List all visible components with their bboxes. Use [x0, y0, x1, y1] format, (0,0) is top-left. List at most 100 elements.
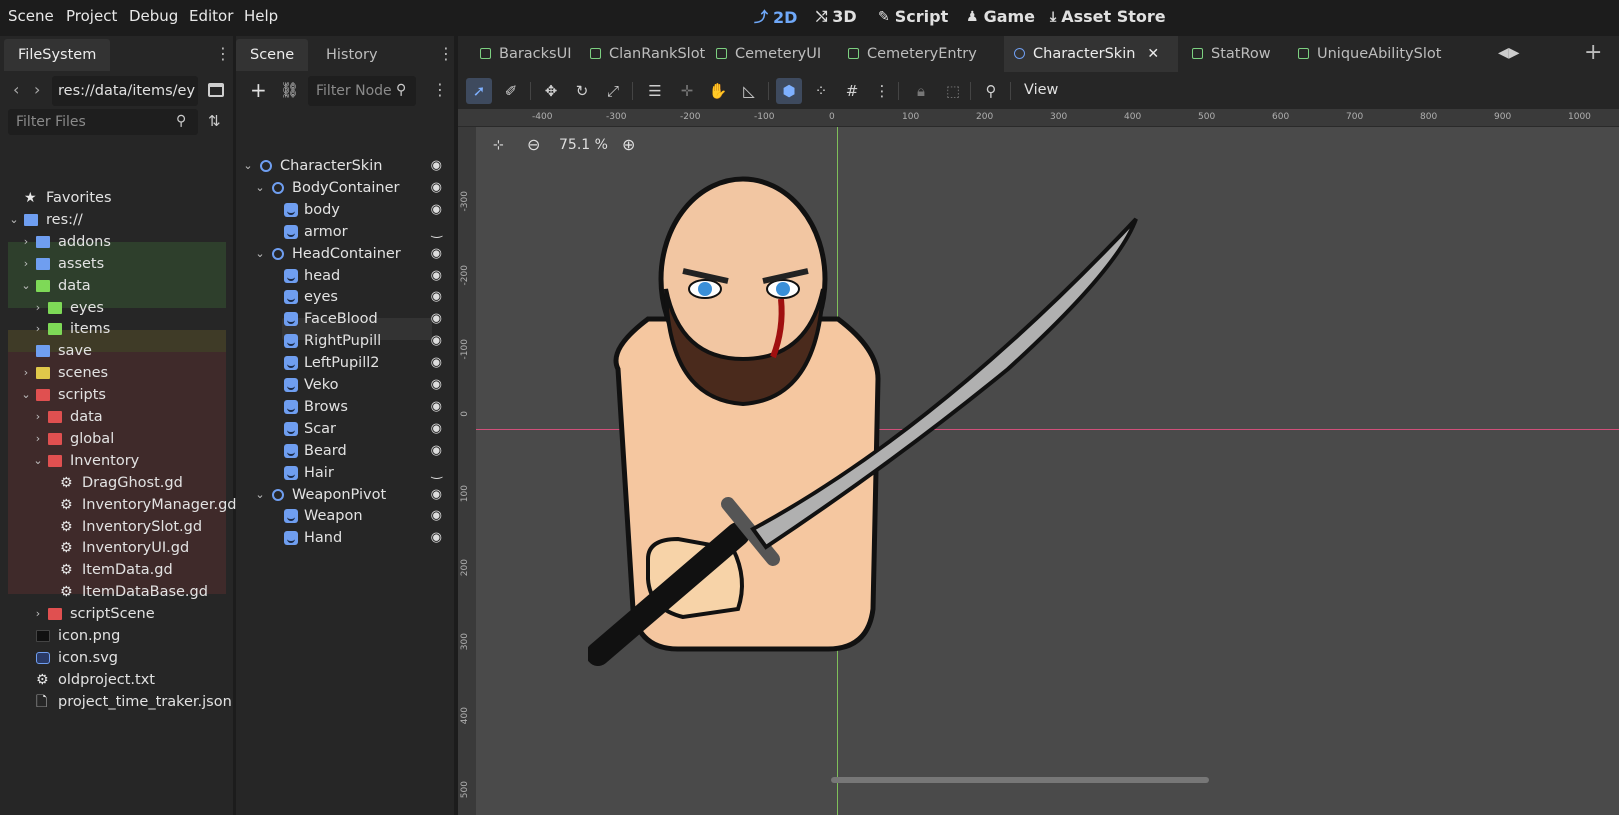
- workspace-2d-button[interactable]: ⤴ 2D: [754, 7, 797, 27]
- scene-node-row[interactable]: Scar ◉: [236, 418, 454, 440]
- sort-icon[interactable]: ⇅: [208, 112, 221, 130]
- menu-project[interactable]: Project: [66, 7, 117, 25]
- file-tree-item[interactable]: › addons: [0, 231, 232, 253]
- scene-node-row[interactable]: ⌄ CharacterSkin ◉: [236, 155, 454, 177]
- eye-icon[interactable]: ◉: [431, 286, 442, 308]
- kebab-menu-icon[interactable]: ⋮: [432, 82, 448, 98]
- chevron-right-icon[interactable]: ›: [32, 603, 44, 625]
- file-tree-item[interactable]: ⚙ InventoryUI.gd: [0, 537, 232, 559]
- file-tree-item[interactable]: ★ Favorites: [0, 187, 232, 209]
- file-tree-item[interactable]: ⌄ res://: [0, 209, 232, 231]
- list-select-icon[interactable]: ☰: [642, 78, 668, 104]
- select-tool-icon[interactable]: ➚: [466, 78, 492, 104]
- lock-icon[interactable]: 🔒︎: [908, 78, 934, 104]
- rotate-tool-icon[interactable]: ↻: [569, 78, 595, 104]
- group-icon[interactable]: ⬚: [940, 78, 966, 104]
- chevron-down-icon[interactable]: ⌄: [20, 384, 32, 406]
- kebab-menu-icon[interactable]: ⋮: [215, 46, 231, 62]
- canvas-viewport[interactable]: -400 -300 -200 -100 0 100 200 300 400 500 600 700 80…: [458, 109, 1619, 815]
- eye-icon[interactable]: ◉: [431, 308, 442, 330]
- scene-node-row[interactable]: FaceBlood ◉: [236, 308, 454, 330]
- tab-history[interactable]: History: [312, 39, 392, 71]
- scene-node-row[interactable]: Beard ◉: [236, 440, 454, 462]
- file-tree-item[interactable]: › data: [0, 406, 232, 428]
- scene-tab[interactable]: StatRow: [1182, 36, 1284, 72]
- link-icon[interactable]: ⛓: [280, 81, 299, 99]
- scene-node-row[interactable]: Hair ‿: [236, 462, 454, 484]
- bone-icon[interactable]: ⚲: [978, 78, 1004, 104]
- file-tree-item[interactable]: › assets: [0, 253, 232, 275]
- scene-node-row[interactable]: armor ‿: [236, 221, 454, 243]
- file-tree-item[interactable]: ⌄ scripts: [0, 384, 232, 406]
- scene-node-row[interactable]: head ◉: [236, 265, 454, 287]
- scene-tab[interactable]: ClanRankSlot: [580, 36, 705, 72]
- path-field[interactable]: res://data/items/ey: [52, 76, 198, 106]
- forward-arrow-icon[interactable]: ›: [34, 80, 40, 99]
- workspace-asset-store-button[interactable]: ⤓ Asset Store: [1050, 7, 1166, 26]
- eye-icon[interactable]: ◉: [431, 330, 442, 352]
- close-icon[interactable]: ✕: [1147, 46, 1159, 62]
- chevron-down-icon[interactable]: ⌄: [32, 450, 44, 472]
- paint-tool-icon[interactable]: ✐: [498, 78, 524, 104]
- chevron-down-icon[interactable]: ⌄: [242, 155, 254, 177]
- view-menu-button[interactable]: View: [1024, 82, 1058, 98]
- chevron-right-icon[interactable]: ›: [32, 318, 44, 340]
- eye-icon[interactable]: ◉: [431, 505, 442, 527]
- file-tree-item[interactable]: icon.png: [0, 625, 232, 647]
- file-tree-item[interactable]: ⚙ oldproject.txt: [0, 669, 232, 691]
- chevron-down-icon[interactable]: ⌄: [254, 177, 266, 199]
- file-tree-item[interactable]: › global: [0, 428, 232, 450]
- scene-node-row[interactable]: Veko ◉: [236, 374, 454, 396]
- split-view-icon[interactable]: [208, 83, 224, 97]
- file-tree-item[interactable]: ⚙ InventorySlot.gd: [0, 516, 232, 538]
- grid-snap-icon[interactable]: #: [839, 78, 865, 104]
- file-tree-item[interactable]: › eyes: [0, 297, 232, 319]
- chevron-right-icon[interactable]: ›: [32, 428, 44, 450]
- scene-tab[interactable]: UniqueAbilitySlot: [1288, 36, 1441, 72]
- file-tree-item[interactable]: ⚙ ItemData.gd: [0, 559, 232, 581]
- horizontal-scrollbar[interactable]: [831, 777, 1209, 783]
- zoom-in-icon[interactable]: ⊕: [622, 135, 635, 154]
- zoom-out-icon[interactable]: ⊖: [527, 135, 540, 154]
- eye-closed-icon[interactable]: ‿: [432, 462, 442, 484]
- file-tree-item[interactable]: ⚙ DragGhost.gd: [0, 472, 232, 494]
- chevron-right-icon[interactable]: ›: [32, 406, 44, 428]
- back-arrow-icon[interactable]: ‹: [13, 80, 19, 99]
- eye-icon[interactable]: ◉: [431, 199, 442, 221]
- move-tool-icon[interactable]: ✥: [538, 78, 564, 104]
- workspace-script-button[interactable]: ✎ Script: [878, 7, 948, 26]
- smart-snap-icon[interactable]: ⬢: [776, 78, 802, 104]
- file-tree-item[interactable]: icon.svg: [0, 647, 232, 669]
- tab-scroll-arrows-icon[interactable]: ◀▶: [1498, 45, 1520, 61]
- workspace-game-button[interactable]: ♟ Game: [966, 7, 1035, 26]
- file-tree-item[interactable]: › scriptScene: [0, 603, 232, 625]
- file-tree-item[interactable]: › scenes: [0, 362, 232, 384]
- zoom-level[interactable]: 75.1 %: [559, 137, 608, 153]
- eye-icon[interactable]: ◉: [431, 484, 442, 506]
- scene-node-row[interactable]: RightPupill ◉: [236, 330, 454, 352]
- eye-icon[interactable]: ◉: [431, 243, 442, 265]
- eye-icon[interactable]: ◉: [431, 374, 442, 396]
- chevron-down-icon[interactable]: ⌄: [8, 209, 20, 231]
- file-tree-item[interactable]: ⚙ InventoryManager.gd: [0, 494, 237, 516]
- chevron-down-icon[interactable]: ⌄: [20, 275, 32, 297]
- chevron-right-icon[interactable]: ›: [32, 297, 44, 319]
- scale-tool-icon[interactable]: ⤢: [600, 78, 626, 104]
- kebab-menu-icon[interactable]: ⋮: [438, 46, 454, 62]
- scene-tab[interactable]: CharacterSkin ✕: [1004, 36, 1178, 72]
- scene-node-row[interactable]: Weapon ◉: [236, 505, 454, 527]
- scene-node-row[interactable]: ⌄ HeadContainer ◉: [236, 243, 454, 265]
- menu-editor[interactable]: Editor: [189, 7, 233, 25]
- chevron-down-icon[interactable]: ⌄: [254, 243, 266, 265]
- eye-icon[interactable]: ◉: [431, 177, 442, 199]
- scene-node-row[interactable]: eyes ◉: [236, 286, 454, 308]
- filter-files-input[interactable]: Filter Files: [8, 109, 198, 135]
- scene-node-row[interactable]: Brows ◉: [236, 396, 454, 418]
- kebab-menu-icon[interactable]: ⋮: [869, 78, 895, 104]
- eye-closed-icon[interactable]: ‿: [432, 221, 442, 243]
- scene-node-row[interactable]: body ◉: [236, 199, 454, 221]
- center-view-icon[interactable]: ⊹: [493, 138, 504, 153]
- add-tab-icon[interactable]: +: [1584, 40, 1602, 65]
- pan-tool-icon[interactable]: ✋: [705, 78, 731, 104]
- eye-icon[interactable]: ◉: [431, 265, 442, 287]
